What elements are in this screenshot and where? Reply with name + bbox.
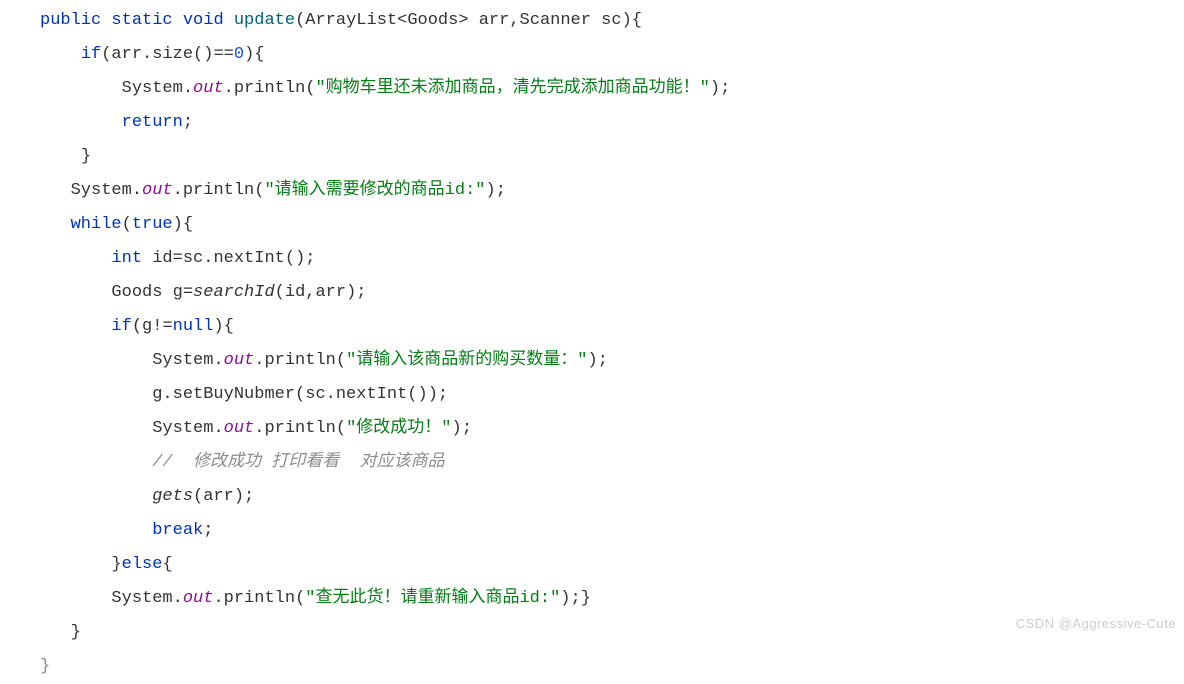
code-line: int id=sc.nextInt(); xyxy=(111,249,315,268)
code-line: while(true){ xyxy=(71,215,193,234)
field-out: out xyxy=(193,79,224,98)
code-line: if(arr.size()==0){ xyxy=(81,45,265,64)
keyword-public: public xyxy=(40,11,101,30)
type-goods: Goods xyxy=(407,11,458,30)
code-line: // 修改成功 打印看看 对应该商品 xyxy=(152,453,444,472)
code-line: Goods g=searchId(id,arr); xyxy=(111,283,366,302)
field-out: out xyxy=(224,351,255,370)
keyword-if: if xyxy=(81,45,101,64)
code-line: System.out.println("请输入需要修改的商品id:"); xyxy=(71,181,506,200)
code-line: System.out.println("修改成功！"); xyxy=(152,419,472,438)
keyword-while: while xyxy=(71,215,122,234)
keyword-int: int xyxy=(111,249,142,268)
string-literal: "请输入该商品新的购买数量：" xyxy=(346,351,587,370)
code-line: g.setBuyNubmer(sc.nextInt()); xyxy=(152,385,448,404)
keyword-void: void xyxy=(183,11,224,30)
field-out: out xyxy=(224,419,255,438)
comment: // 修改成功 打印看看 对应该商品 xyxy=(152,453,444,472)
method-searchid: searchId xyxy=(193,283,275,302)
code-line: public static void update(ArrayList<Good… xyxy=(40,11,642,30)
code-line: } xyxy=(81,147,91,166)
code-line: gets(arr); xyxy=(152,487,254,506)
string-literal: "查无此货！请重新输入商品id:" xyxy=(305,589,560,608)
code-line: } xyxy=(40,657,50,676)
method-name: update xyxy=(234,11,295,30)
code-line: }else{ xyxy=(111,555,172,574)
keyword-return: return xyxy=(122,113,183,132)
type-arraylist: ArrayList xyxy=(305,11,397,30)
keyword-else: else xyxy=(122,555,163,574)
number-zero: 0 xyxy=(234,45,244,64)
type-scanner: Scanner xyxy=(520,11,591,30)
keyword-null: null xyxy=(173,317,214,336)
code-line: System.out.println("查无此货！请重新输入商品id:");} xyxy=(111,589,590,608)
string-literal: "修改成功！" xyxy=(346,419,451,438)
watermark: CSDN @Aggressive-Cute xyxy=(1016,611,1176,637)
code-line: if(g!=null){ xyxy=(111,317,233,336)
code-line: break; xyxy=(152,521,213,540)
string-literal: "购物车里还未添加商品，清先完成添加商品功能！" xyxy=(315,79,709,98)
field-out: out xyxy=(183,589,214,608)
code-line: System.out.println("购物车里还未添加商品，清先完成添加商品功… xyxy=(122,79,731,98)
code-line: } xyxy=(71,623,81,642)
keyword-if: if xyxy=(111,317,131,336)
method-gets: gets xyxy=(152,487,193,506)
code-line: System.out.println("请输入该商品新的购买数量："); xyxy=(152,351,608,370)
code-line: return; xyxy=(122,113,193,132)
keyword-true: true xyxy=(132,215,173,234)
string-literal: "请输入需要修改的商品id:" xyxy=(264,181,485,200)
keyword-static: static xyxy=(111,11,172,30)
keyword-break: break xyxy=(152,521,203,540)
field-out: out xyxy=(142,181,173,200)
code-block: public static void update(ArrayList<Good… xyxy=(0,0,1184,684)
